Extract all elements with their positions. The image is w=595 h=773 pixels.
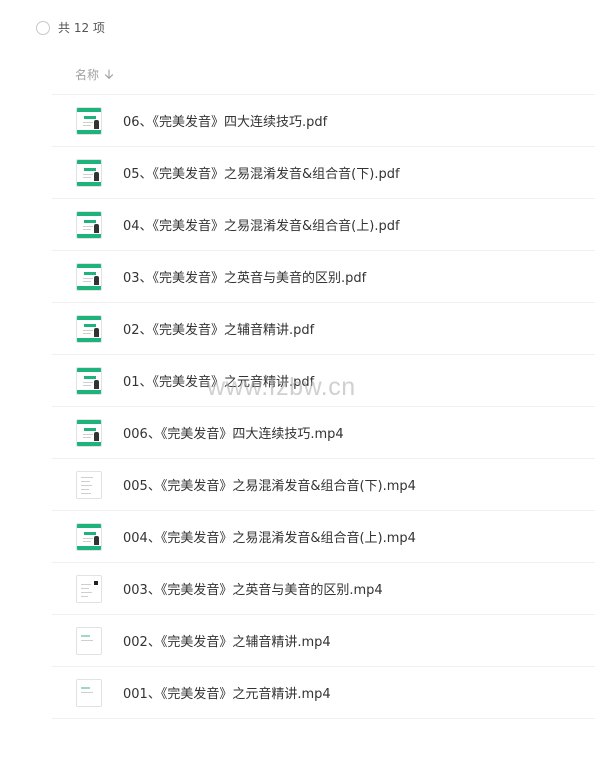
file-name[interactable]: 05、《完美发音》之易混淆发音&组合音(下).pdf [123, 163, 400, 182]
file-row[interactable]: 02、《完美发音》之辅音精讲.pdf [52, 303, 595, 355]
file-name[interactable]: 004、《完美发音》之易混淆发音&组合音(上).mp4 [123, 527, 416, 546]
file-row[interactable]: 005、《完美发音》之易混淆发音&组合音(下).mp4 [52, 459, 595, 511]
file-thumbnail-icon [76, 626, 102, 655]
file-row[interactable]: 002、《完美发音》之辅音精讲.mp4 [52, 615, 595, 667]
file-row[interactable]: 004、《完美发音》之易混淆发音&组合音(上).mp4 [52, 511, 595, 563]
file-thumbnail-icon [76, 470, 102, 499]
item-count-label: 共 12 项 [58, 21, 105, 35]
file-thumbnail-icon [76, 158, 102, 187]
file-name[interactable]: 005、《完美发音》之易混淆发音&组合音(下).mp4 [123, 475, 416, 494]
file-name[interactable]: 06、《完美发音》四大连续技巧.pdf [123, 111, 327, 130]
column-header-name[interactable]: 名称 [75, 66, 114, 83]
select-all-checkbox[interactable] [36, 20, 50, 35]
file-row[interactable]: 006、《完美发音》四大连续技巧.mp4 [52, 407, 595, 459]
file-name[interactable]: 001、《完美发音》之元音精讲.mp4 [123, 683, 331, 702]
file-name[interactable]: 04、《完美发音》之易混淆发音&组合音(上).pdf [123, 215, 400, 234]
file-name[interactable]: 003、《完美发音》之英音与美音的区别.mp4 [123, 579, 383, 598]
file-row[interactable]: 03、《完美发音》之英音与美音的区别.pdf [52, 251, 595, 303]
file-name[interactable]: 006、《完美发音》四大连续技巧.mp4 [123, 423, 344, 442]
file-row[interactable]: 001、《完美发音》之元音精讲.mp4 [52, 667, 595, 719]
file-row[interactable]: 05、《完美发音》之易混淆发音&组合音(下).pdf [52, 147, 595, 199]
file-row[interactable]: 06、《完美发音》四大连续技巧.pdf [52, 95, 595, 147]
file-thumbnail-icon [76, 262, 102, 291]
file-thumbnail-icon [76, 210, 102, 239]
file-row[interactable]: 04、《完美发音》之易混淆发音&组合音(上).pdf [52, 199, 595, 251]
sort-descending-icon[interactable] [104, 69, 114, 80]
file-thumbnail-icon [76, 522, 102, 551]
file-thumbnail-icon [76, 366, 102, 395]
file-thumbnail-icon [76, 314, 102, 343]
file-thumbnail-icon [76, 678, 102, 707]
file-name[interactable]: 01、《完美发音》之元音精讲.pdf [123, 371, 314, 390]
selection-summary: 共 12 项 [36, 19, 105, 36]
file-thumbnail-icon [76, 574, 102, 603]
file-browser: 共 12 项 名称 06、《完美发音》四大连续技巧.pdf 05、《完美发音》之易… [0, 0, 595, 773]
file-name[interactable]: 03、《完美发音》之英音与美音的区别.pdf [123, 267, 366, 286]
file-name[interactable]: 02、《完美发音》之辅音精讲.pdf [123, 319, 314, 338]
column-name-label: 名称 [75, 68, 100, 82]
file-row[interactable]: 003、《完美发音》之英音与美音的区别.mp4 [52, 563, 595, 615]
file-row[interactable]: 01、《完美发音》之元音精讲.pdf [52, 355, 595, 407]
file-list: 06、《完美发音》四大连续技巧.pdf 05、《完美发音》之易混淆发音&组合音(下… [52, 95, 595, 719]
file-thumbnail-icon [76, 418, 102, 447]
file-name[interactable]: 002、《完美发音》之辅音精讲.mp4 [123, 631, 331, 650]
file-thumbnail-icon [76, 106, 102, 135]
